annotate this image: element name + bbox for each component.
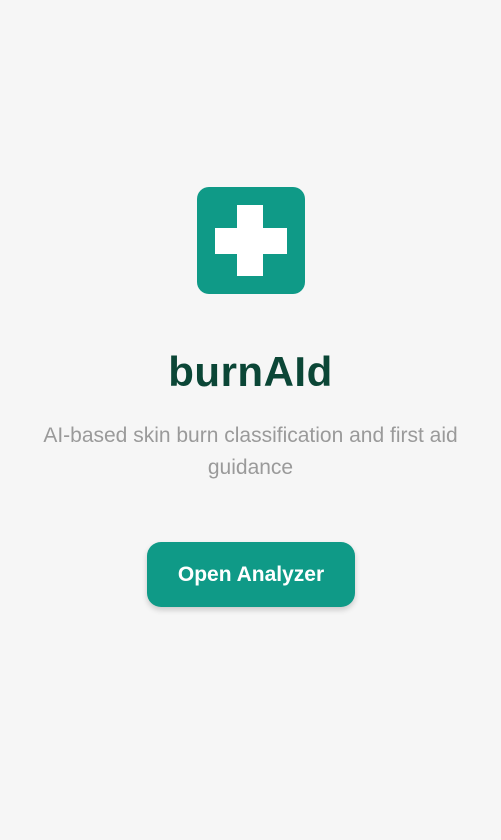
- app-tagline: AI-based skin burn classification and fi…: [43, 424, 458, 479]
- app-title: burnAId: [168, 348, 333, 395]
- first-aid-cross-icon: [197, 187, 305, 294]
- open-analyzer-button[interactable]: Open Analyzer: [147, 542, 355, 607]
- home-screen: burnAId AI-based skin burn classificatio…: [0, 0, 501, 840]
